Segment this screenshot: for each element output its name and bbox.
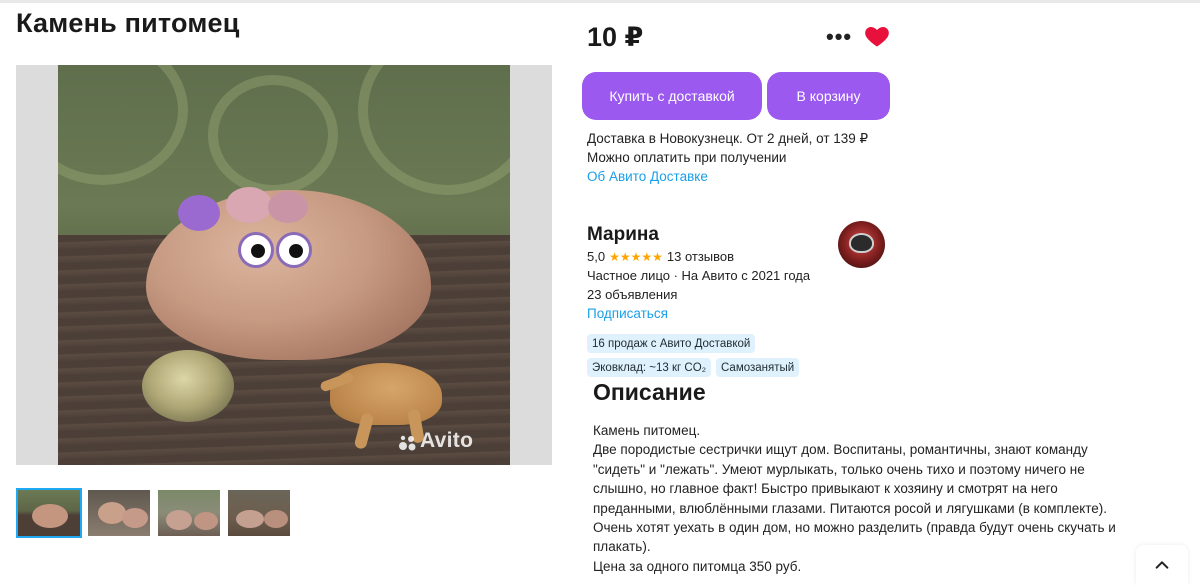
rating-stars-icon: ★★★★★ xyxy=(609,249,663,264)
badge-eco-contribution[interactable]: Эковклад: ~13 кг CO₂ xyxy=(587,358,712,377)
glass-marble xyxy=(142,350,234,422)
seller-type: Частное лицо · На Авито с 2021 года xyxy=(587,268,811,283)
add-to-cart-button[interactable]: В корзину xyxy=(767,72,890,120)
photo-content: Avito xyxy=(58,65,510,465)
description-paragraph: Две породистые сестрички ищут дом. Воспи… xyxy=(593,442,1116,555)
thumbnail-strip xyxy=(16,488,292,538)
price: 10 ₽ xyxy=(587,22,644,52)
avito-logo-icon xyxy=(399,435,416,451)
more-options-button[interactable]: ••• xyxy=(826,26,852,48)
seller-meta: Частное лицо · На Авито с 2021 года 23 о… xyxy=(587,266,810,304)
description-text: Камень питомец. Две породистые сестрички… xyxy=(593,421,1133,576)
thumbnail-1[interactable] xyxy=(16,488,82,538)
badge-self-employed: Самозанятый xyxy=(716,358,800,377)
thumbnail-3[interactable] xyxy=(156,488,222,538)
delivery-terms: Доставка в Новокузнецк. От 2 дней, от 13… xyxy=(587,131,869,146)
more-horizontal-icon: ••• xyxy=(826,24,853,49)
heart-icon xyxy=(865,26,889,47)
seller-rating: 5,0 ★★★★★ 13 отзывов xyxy=(587,249,734,264)
rating-value: 5,0 xyxy=(587,249,606,264)
favorite-button[interactable] xyxy=(863,22,891,50)
page-title: Камень питомец xyxy=(16,8,240,38)
about-delivery-link[interactable]: Об Авито Доставке xyxy=(587,167,868,186)
thumbnail-4[interactable] xyxy=(226,488,292,538)
payment-on-delivery: Можно оплатить при получении xyxy=(587,150,787,165)
main-photo[interactable]: Avito xyxy=(16,65,552,465)
description-paragraph: Камень питомец. xyxy=(593,423,701,438)
description-heading: Описание xyxy=(593,379,706,405)
description-paragraph: Цена за одного питомца 350 руб. xyxy=(593,558,802,574)
chevron-up-icon xyxy=(1155,561,1169,569)
seller-avatar[interactable] xyxy=(838,221,885,268)
seller-listings-count[interactable]: 23 объявления xyxy=(587,285,810,304)
top-edge xyxy=(0,0,1200,3)
photo-watermark: Avito xyxy=(420,429,474,452)
reviews-count[interactable]: 13 отзывов xyxy=(667,249,734,264)
subscribe-link[interactable]: Подписаться xyxy=(587,306,668,321)
buy-with-delivery-button[interactable]: Купить с доставкой xyxy=(582,72,762,120)
scroll-to-top-button[interactable] xyxy=(1136,545,1188,585)
seller-name[interactable]: Марина xyxy=(587,224,659,246)
delivery-info: Доставка в Новокузнецк. От 2 дней, от 13… xyxy=(587,129,868,186)
thumbnail-2[interactable] xyxy=(86,488,152,538)
badge-sales: 16 продаж с Авито Доставкой xyxy=(587,334,756,353)
